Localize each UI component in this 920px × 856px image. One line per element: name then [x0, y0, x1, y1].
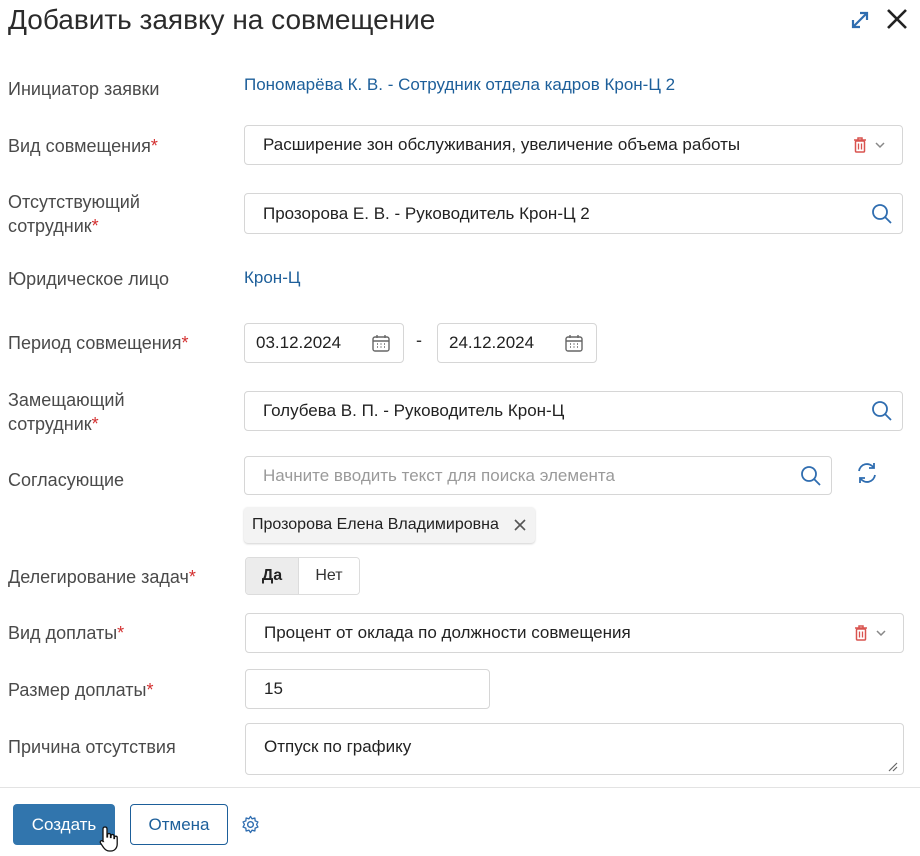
initiator-link[interactable]: Пономарёва К. В. - Сотрудник отдела кадр…	[244, 73, 675, 97]
chevron-down-icon[interactable]	[875, 628, 887, 638]
period-start-input[interactable]: 03.12.2024	[244, 323, 404, 363]
expand-icon[interactable]	[848, 8, 872, 32]
close-icon[interactable]	[884, 6, 910, 32]
period-end-input[interactable]: 24.12.2024	[437, 323, 597, 363]
period-separator: -	[416, 330, 422, 350]
legal-entity-link[interactable]: Крон-Ц	[244, 266, 300, 290]
resize-handle-icon[interactable]	[886, 760, 898, 772]
period-start-value: 03.12.2024	[256, 333, 342, 352]
replacing-employee-label-2: сотрудник*	[8, 414, 99, 434]
surcharge-type-label: Вид доплаты*	[8, 623, 125, 643]
replacing-employee-value: Голубева В. П. - Руководитель Крон-Ц	[263, 401, 565, 420]
remove-chip-icon[interactable]	[513, 518, 527, 532]
absence-reason-label: Причина отсутствия	[8, 737, 176, 757]
combination-type-select[interactable]: Расширение зон обслуживания, увеличение …	[244, 125, 903, 165]
combination-type-value: Расширение зон обслуживания, увеличение …	[263, 135, 741, 154]
legal-entity-label: Юридическое лицо	[8, 269, 169, 289]
page-title: Добавить заявку на совмещение	[8, 4, 436, 35]
period-label: Период совмещения*	[8, 333, 189, 353]
trash-icon[interactable]	[852, 136, 868, 154]
surcharge-amount-input[interactable]: 15	[245, 669, 490, 709]
search-icon[interactable]	[799, 464, 823, 488]
surcharge-amount-value: 15	[264, 679, 283, 698]
approvers-search-input[interactable]: Начните вводить текст для поиска элемент…	[244, 456, 832, 495]
calendar-icon[interactable]	[371, 333, 391, 353]
cancel-button[interactable]: Отмена	[130, 804, 228, 845]
combination-type-label: Вид совмещения*	[8, 136, 158, 156]
task-delegation-toggle: Да Нет	[245, 557, 360, 595]
toggle-option-no[interactable]: Нет	[299, 558, 359, 594]
absent-employee-value: Прозорова Е. В. - Руководитель Крон-Ц 2	[263, 203, 590, 223]
task-delegation-label: Делегирование задач*	[8, 567, 196, 587]
toggle-option-yes[interactable]: Да	[246, 558, 299, 594]
surcharge-type-value: Процент от оклада по должности совмещени…	[264, 623, 631, 642]
surcharge-type-select[interactable]: Процент от оклада по должности совмещени…	[245, 613, 904, 653]
trash-icon[interactable]	[853, 624, 869, 642]
approver-chip-label: Прозорова Елена Владимировна	[252, 516, 499, 533]
search-icon[interactable]	[870, 202, 894, 226]
footer-divider	[0, 787, 920, 788]
absent-employee-input[interactable]: Прозорова Е. В. - Руководитель Крон-Ц 2	[244, 193, 903, 234]
absent-employee-label-2: сотрудник*	[8, 216, 99, 236]
gear-icon[interactable]	[241, 815, 260, 834]
absence-reason-textarea[interactable]: Отпуск по графику	[245, 723, 904, 775]
replacing-employee-label: Замещающий	[8, 390, 125, 410]
calendar-icon[interactable]	[564, 333, 584, 353]
period-end-value: 24.12.2024	[449, 333, 535, 352]
replacing-employee-input[interactable]: Голубева В. П. - Руководитель Крон-Ц	[244, 391, 903, 431]
approvers-label: Согласующие	[8, 470, 125, 490]
initiator-label: Инициатор заявки	[8, 79, 160, 99]
chevron-down-icon[interactable]	[874, 140, 886, 150]
search-icon[interactable]	[870, 399, 894, 423]
surcharge-amount-label: Размер доплаты*	[8, 680, 154, 700]
create-button[interactable]: Создать	[13, 804, 115, 845]
approver-chip: Прозорова Елена Владимировна	[244, 507, 535, 543]
refresh-icon[interactable]	[854, 460, 880, 486]
approvers-placeholder: Начните вводить текст для поиска элемент…	[263, 465, 615, 485]
absent-employee-label: Отсутствующий	[8, 192, 140, 212]
